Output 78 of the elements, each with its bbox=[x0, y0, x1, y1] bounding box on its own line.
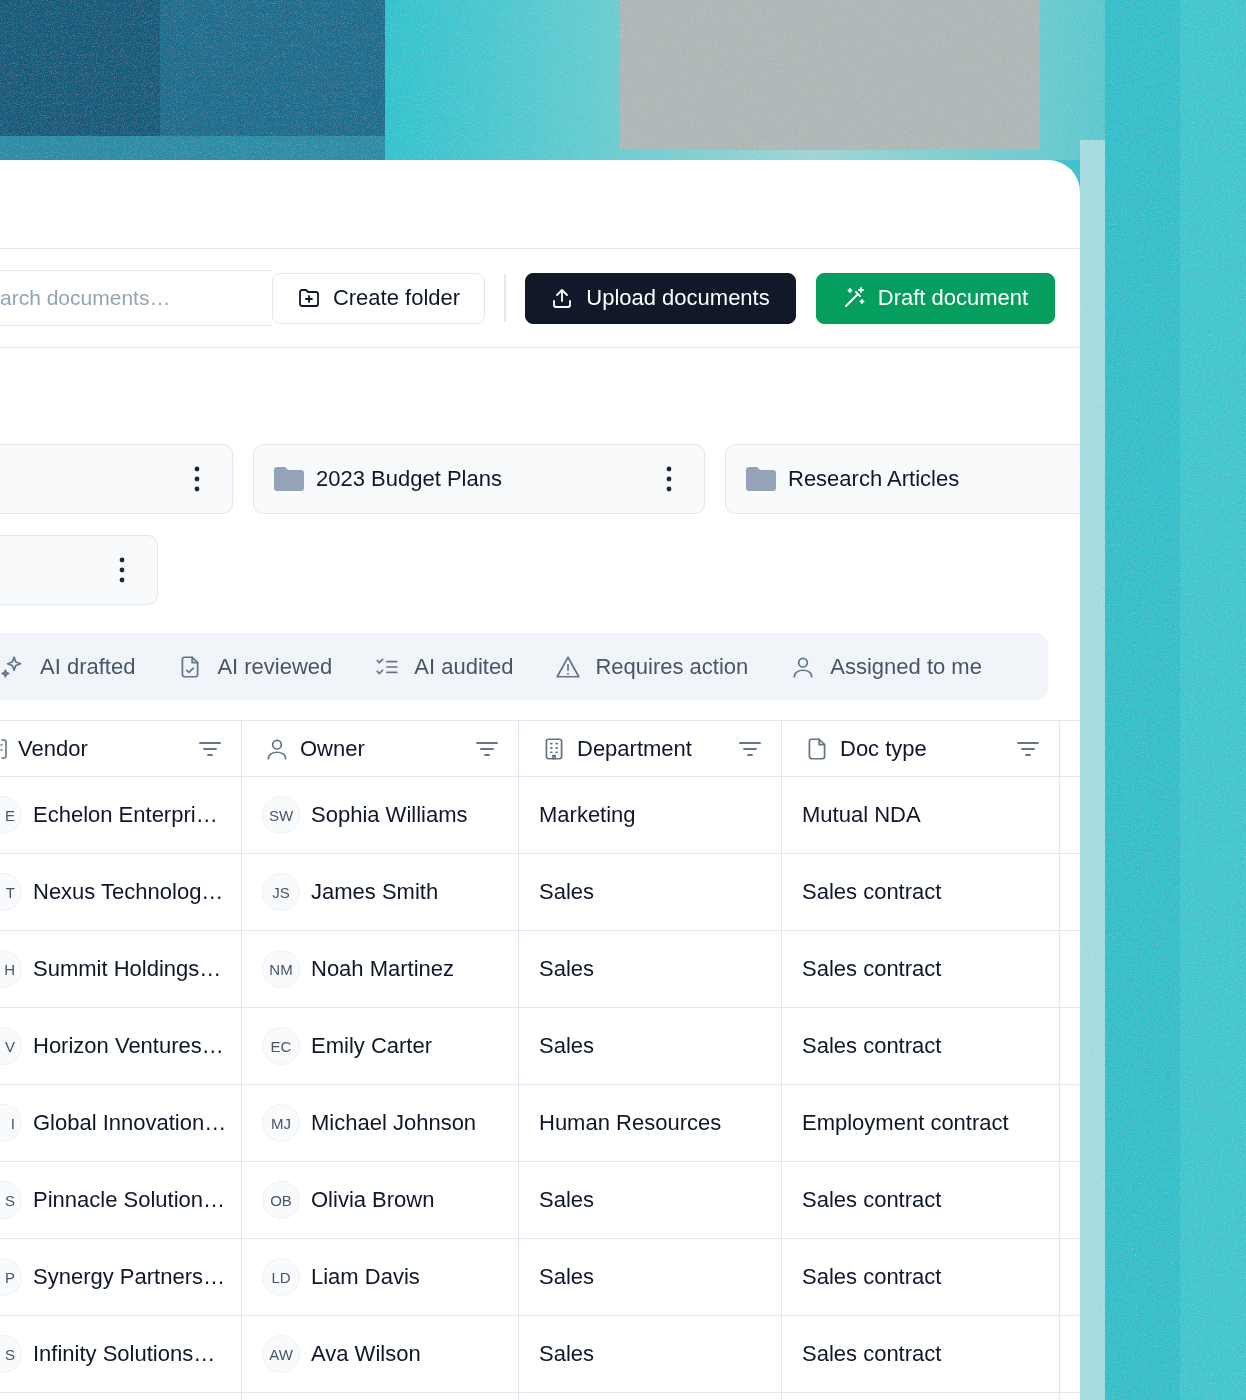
more-icon[interactable] bbox=[666, 466, 672, 492]
column-label: Department bbox=[577, 735, 692, 762]
column-label: Doc type bbox=[840, 735, 927, 762]
filter-icon[interactable] bbox=[739, 740, 761, 757]
folder-card[interactable]: Research Articles bbox=[725, 444, 1080, 514]
filter-tab[interactable]: Assigned to me bbox=[790, 644, 982, 689]
doc-type-cell: Employment contract bbox=[802, 1110, 1009, 1136]
department-cell: Sales bbox=[539, 1187, 595, 1213]
owner-name: Michael Johnson bbox=[311, 1110, 477, 1136]
department-cell: Sales bbox=[539, 1341, 595, 1367]
folder-name: Research Articles bbox=[788, 466, 960, 492]
owner-name: Noah Martinez bbox=[311, 956, 455, 982]
department-cell: Sales bbox=[539, 956, 595, 982]
vendor-avatar: E bbox=[0, 796, 22, 834]
doc-type-cell: Sales contract bbox=[802, 879, 942, 905]
vendor-name: Pinnacle Solution… bbox=[33, 1187, 225, 1213]
filter-tab[interactable]: AI reviewed bbox=[177, 644, 333, 689]
vendor-avatar: S bbox=[0, 1181, 22, 1219]
column-header[interactable]: Doc type bbox=[782, 721, 1060, 777]
filter-icon[interactable] bbox=[1017, 740, 1039, 757]
folder-card[interactable]: 2023 Budget Plans bbox=[253, 444, 705, 514]
create-folder-button[interactable]: Create folder bbox=[272, 272, 485, 324]
search-field[interactable]: arch documents… bbox=[0, 270, 272, 326]
department-cell: Sales bbox=[539, 1033, 595, 1059]
owner-avatar: AW bbox=[262, 1335, 300, 1373]
filter-tab[interactable]: AI audited bbox=[374, 644, 514, 689]
department-cell: Marketing bbox=[539, 802, 636, 828]
owner-name: Ava Wilson bbox=[311, 1341, 421, 1367]
vendor-avatar: V bbox=[0, 1027, 22, 1065]
vendor-name: Echelon Enterpri… bbox=[33, 802, 218, 828]
doc-type-cell: Sales contract bbox=[802, 1033, 942, 1059]
owner-name: Emily Carter bbox=[311, 1033, 432, 1059]
owner-name: Liam Davis bbox=[311, 1264, 420, 1290]
vendor-name: Nexus Technolog… bbox=[33, 879, 224, 905]
owner-name: Sophia Williams bbox=[311, 802, 468, 828]
doc-type-cell: Mutual NDA bbox=[802, 802, 921, 828]
vendor-avatar: P bbox=[0, 1258, 22, 1296]
doc-type-cell: Sales contract bbox=[802, 956, 942, 982]
doc-type-cell: Sales contract bbox=[802, 1187, 942, 1213]
owner-avatar: JS bbox=[262, 873, 300, 911]
vendor-name: Global Innovation… bbox=[33, 1110, 227, 1136]
department-cell: Sales bbox=[539, 1264, 595, 1290]
filter-icon[interactable] bbox=[476, 740, 498, 757]
department-cell: Sales bbox=[539, 879, 595, 905]
more-icon[interactable] bbox=[194, 466, 200, 492]
vendor-name: Horizon Ventures… bbox=[33, 1033, 224, 1059]
filter-icon[interactable] bbox=[199, 740, 221, 757]
owner-name: James Smith bbox=[311, 879, 439, 905]
folder-name: 2023 Budget Plans bbox=[316, 466, 502, 492]
owner-avatar: OB bbox=[262, 1181, 300, 1219]
column-label: Vendor bbox=[18, 735, 88, 762]
owner-avatar: LD bbox=[262, 1258, 300, 1296]
owner-name: Olivia Brown bbox=[311, 1187, 435, 1213]
owner-avatar: NM bbox=[262, 950, 300, 988]
owner-avatar: SW bbox=[262, 796, 300, 834]
vendor-name: Summit Holdings… bbox=[33, 956, 222, 982]
doc-type-cell: Sales contract bbox=[802, 1264, 942, 1290]
upload-button[interactable]: Upload documents bbox=[524, 272, 796, 324]
column-label: Owner bbox=[300, 735, 365, 762]
owner-avatar: MJ bbox=[262, 1104, 300, 1142]
vendor-avatar: I bbox=[0, 1104, 22, 1142]
vendor-name: Infinity Solutions… bbox=[33, 1341, 216, 1367]
department-cell: Human Resources bbox=[539, 1110, 722, 1136]
vendor-avatar: S bbox=[0, 1335, 22, 1373]
column-header[interactable]: Department bbox=[519, 721, 782, 777]
more-icon[interactable] bbox=[119, 557, 125, 583]
folder-plus-icon bbox=[296, 286, 321, 310]
doc-type-cell: Sales contract bbox=[802, 1341, 942, 1367]
vendor-name: Synergy Partners… bbox=[33, 1264, 225, 1290]
folder-icon bbox=[274, 467, 304, 491]
filter-tab[interactable]: Requires action bbox=[555, 644, 749, 689]
owner-avatar: EC bbox=[262, 1027, 300, 1065]
column-header[interactable]: Owner bbox=[242, 721, 519, 777]
folder-icon bbox=[746, 467, 776, 491]
vendor-avatar: H bbox=[0, 950, 22, 988]
column-header[interactable]: Vendor bbox=[0, 721, 242, 777]
filter-tab[interactable]: AI drafted bbox=[0, 644, 136, 689]
vendor-avatar: T bbox=[0, 873, 22, 911]
